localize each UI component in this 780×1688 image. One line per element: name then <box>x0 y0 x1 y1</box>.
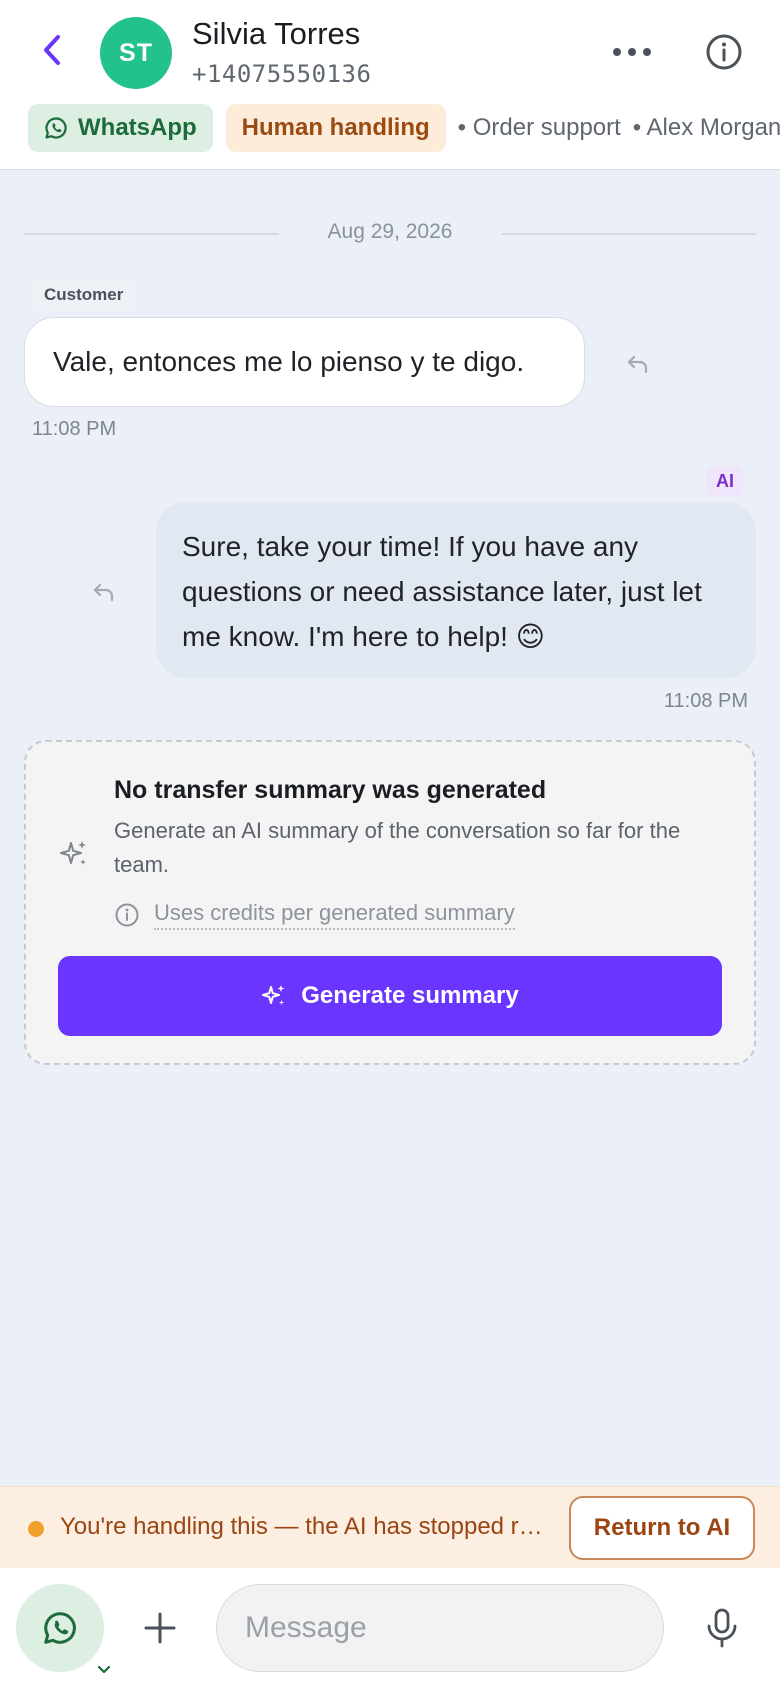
summary-description: Generate an AI summary of the conversati… <box>114 818 681 877</box>
sparkle-icon <box>60 841 86 865</box>
assignee-label: • Alex Morgan <box>632 114 780 141</box>
reply-icon[interactable] <box>624 350 652 378</box>
more-icon <box>613 48 651 56</box>
microphone-icon <box>707 1608 737 1648</box>
message-timestamp: 11:08 PM <box>32 418 117 440</box>
conversation-header: ST Silvia Torres +14075550136 WhatsApp H… <box>0 0 780 170</box>
conversation-tags: WhatsApp Human handling • Order support … <box>28 104 780 152</box>
channel-tag[interactable]: WhatsApp <box>28 104 213 152</box>
chevron-left-icon <box>44 35 60 65</box>
banner-text: You're handling this — the AI has stoppe… <box>60 1513 550 1540</box>
customer-sender-badge: Customer <box>32 280 136 310</box>
channel-tag-label: WhatsApp <box>78 114 197 141</box>
more-options-button[interactable] <box>608 30 656 74</box>
info-button[interactable] <box>700 28 748 76</box>
credits-note-text: Uses credits per generated summary <box>154 900 515 930</box>
channel-selector-button[interactable] <box>16 1584 111 1674</box>
generate-summary-button[interactable]: Generate summary <box>58 956 722 1036</box>
whatsapp-icon <box>44 1612 76 1644</box>
date-divider: Aug 29, 2026 <box>24 218 756 250</box>
ai-message-bubble[interactable]: Sure, take your time! If you have any qu… <box>156 502 756 678</box>
chevron-down-icon <box>97 1665 111 1674</box>
avatar[interactable]: ST <box>100 17 172 89</box>
ai-sender-badge: AI <box>706 466 744 496</box>
attach-button[interactable] <box>136 1604 184 1652</box>
message-input[interactable] <box>216 1584 664 1672</box>
status-tag[interactable]: Human handling <box>225 104 446 152</box>
customer-message-bubble[interactable]: Vale, entonces me lo pienso y te digo. <box>24 317 585 407</box>
contact-name: Silvia Torres <box>192 16 361 51</box>
whatsapp-icon <box>45 117 67 139</box>
message-timestamp: 11:08 PM <box>663 690 748 712</box>
summary-title: No transfer summary was generated <box>114 776 547 804</box>
message-text: Sure, take your time! If you have any qu… <box>182 531 702 652</box>
human-handling-banner: You're handling this — the AI has stoppe… <box>0 1486 780 1568</box>
topic-label: • Order support <box>457 114 621 141</box>
info-icon <box>706 34 742 70</box>
return-to-ai-button[interactable]: Return to AI <box>569 1496 755 1560</box>
credits-note[interactable]: Uses credits per generated summary <box>114 900 515 930</box>
sparkle-icon <box>262 985 285 1005</box>
back-button[interactable] <box>30 28 74 72</box>
date-label: Aug 29, 2026 <box>327 220 453 243</box>
reply-icon[interactable] <box>90 578 118 606</box>
status-dot <box>28 1521 44 1537</box>
generate-summary-label: Generate summary <box>301 982 519 1009</box>
voice-message-button[interactable] <box>696 1602 748 1654</box>
info-icon <box>115 903 139 927</box>
message-composer <box>0 1568 780 1688</box>
plus-icon <box>144 1612 176 1644</box>
transfer-summary-card: No transfer summary was generated Genera… <box>24 740 756 1065</box>
message-text: Vale, entonces me lo pienso y te digo. <box>53 346 525 377</box>
status-tag-label: Human handling <box>241 114 430 141</box>
contact-phone: +14075550136 <box>192 60 372 88</box>
